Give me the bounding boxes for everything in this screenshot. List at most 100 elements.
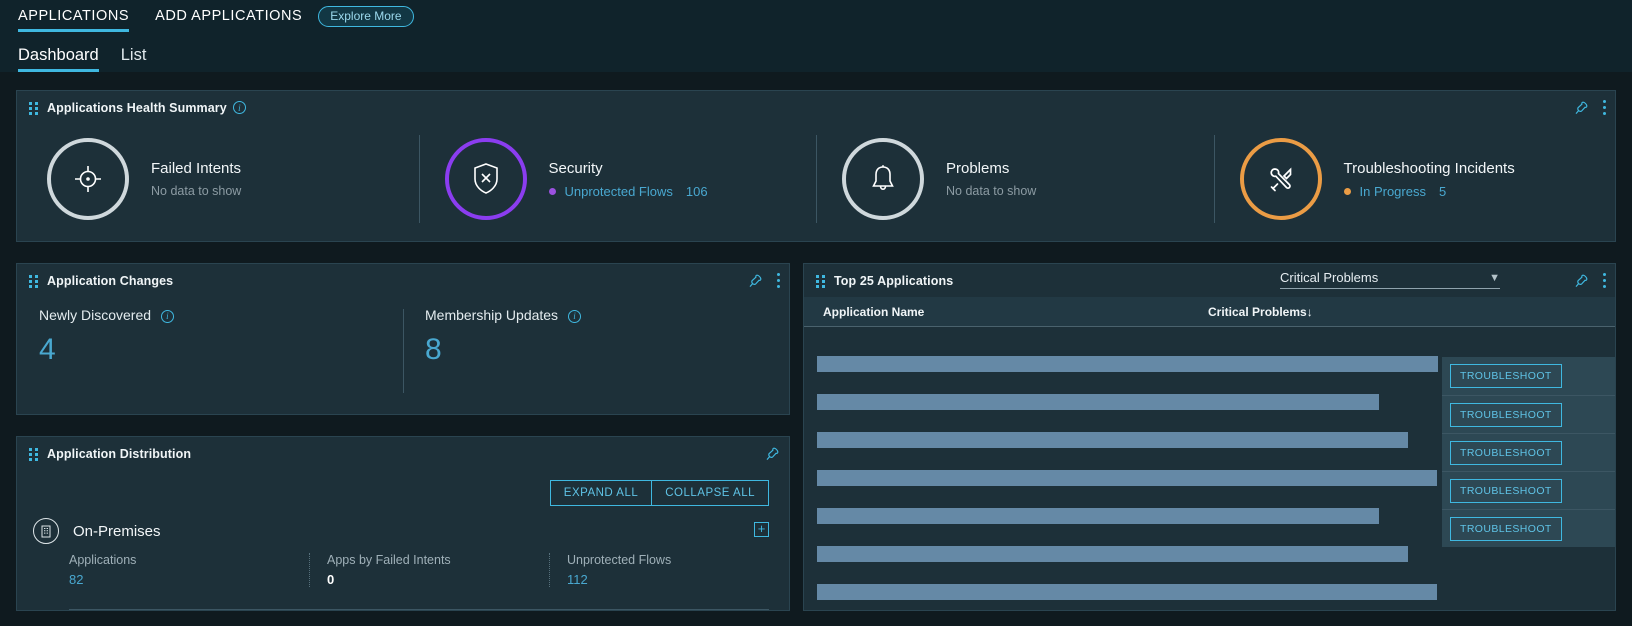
skeleton-bar xyxy=(817,432,1408,448)
group-metrics: Applications 82 Apps by Failed Intents 0… xyxy=(17,544,789,587)
explore-more-badge[interactable]: Explore More xyxy=(318,5,414,27)
table-body: TROUBLESHOOT TROUBLESHOOT TROUBLESHOOT TROU… xyxy=(804,327,1615,610)
skeleton-bar xyxy=(817,394,1379,410)
drag-handle-icon[interactable] xyxy=(29,101,38,115)
health-text: Security Unprotected Flows 106 xyxy=(548,159,708,199)
skeleton-bar xyxy=(817,546,1408,562)
more-options-icon[interactable] xyxy=(776,273,780,288)
health-stat[interactable]: In Progress 5 xyxy=(1343,183,1515,199)
top-navigation: APPLICATIONS ADD APPLICATIONS Explore Mo… xyxy=(0,0,1632,32)
info-icon[interactable]: i xyxy=(232,101,246,114)
health-title: Failed Intents xyxy=(151,160,242,177)
health-ring xyxy=(47,138,129,220)
tab-dashboard[interactable]: Dashboard xyxy=(18,46,99,72)
health-cell-problems[interactable]: Problems No data to show xyxy=(816,124,1214,234)
change-cell-membership-updates[interactable]: Membership Updates i 8 xyxy=(403,307,789,409)
info-icon[interactable]: i xyxy=(160,309,174,323)
shield-x-icon xyxy=(473,163,498,194)
more-options-icon[interactable] xyxy=(1602,273,1606,288)
panel-header-actions xyxy=(1573,264,1606,297)
health-title: Troubleshooting Incidents xyxy=(1343,159,1515,177)
drag-handle-icon[interactable] xyxy=(816,274,825,288)
status-dot xyxy=(1343,187,1351,195)
more-options-icon[interactable] xyxy=(1602,100,1606,115)
metric-unprotected-flows: Unprotected Flows 112 xyxy=(549,553,789,587)
troubleshoot-button[interactable]: TROUBLESHOOT xyxy=(1450,516,1562,541)
column-header-critical-problems[interactable]: Critical Problems↓ xyxy=(1208,305,1313,319)
troubleshoot-button[interactable]: TROUBLESHOOT xyxy=(1450,402,1562,427)
skeleton-bar xyxy=(817,584,1437,600)
troubleshoot-button[interactable]: TROUBLESHOOT xyxy=(1450,440,1562,465)
divider xyxy=(69,609,769,610)
stat-value: 106 xyxy=(685,183,708,199)
health-title: Problems xyxy=(946,160,1010,177)
stat-label: Unprotected Flows xyxy=(564,183,673,199)
metric-label: Applications xyxy=(69,553,137,567)
pin-icon[interactable] xyxy=(1573,100,1589,116)
sort-descending-icon: ↓ xyxy=(1306,304,1313,319)
expand-collapse-controls: EXPAND ALL COLLAPSE ALL xyxy=(17,470,789,506)
table-row xyxy=(804,573,1615,610)
topnav-item-add-applications[interactable]: ADD APPLICATIONS xyxy=(155,0,302,32)
change-label: Membership Updates xyxy=(425,307,559,323)
target-icon xyxy=(75,166,101,192)
distribution-group-on-premises[interactable]: On-Premises + xyxy=(17,506,789,544)
expand-all-button[interactable]: EXPAND ALL xyxy=(549,480,653,506)
health-cell-security[interactable]: Security Unprotected Flows 106 xyxy=(418,124,817,234)
panel-header-actions xyxy=(747,264,780,297)
troubleshoot-button[interactable]: TROUBLESHOOT xyxy=(1450,478,1562,503)
change-value: 8 xyxy=(425,333,442,366)
change-label-wrap: Newly Discovered i xyxy=(39,307,403,323)
health-ring xyxy=(842,138,924,220)
applications-health-summary-panel: Applications Health Summary i Failed Int… xyxy=(16,90,1616,242)
health-stat[interactable]: Unprotected Flows 106 xyxy=(548,183,708,199)
health-title: Security xyxy=(548,159,603,177)
metric-label: Apps by Failed Intents xyxy=(327,553,451,567)
sub-tabs: Dashboard List xyxy=(0,32,1632,72)
info-icon[interactable]: i xyxy=(567,309,581,323)
change-cell-newly-discovered[interactable]: Newly Discovered i 4 xyxy=(17,307,403,409)
panel-header: Top 25 Applications Critical Problems ▼ xyxy=(804,264,1615,297)
expand-group-icon[interactable]: + xyxy=(754,522,769,537)
panel-title: Top 25 Applications xyxy=(834,273,954,288)
metric-applications: Applications 82 xyxy=(69,553,309,587)
status-dot xyxy=(548,187,556,195)
chevron-down-icon: ▼ xyxy=(1489,271,1500,284)
panel-title: Applications Health Summary xyxy=(47,100,227,115)
panel-header-actions xyxy=(1573,91,1606,124)
troubleshoot-button[interactable]: TROUBLESHOOT xyxy=(1450,364,1562,388)
changes-body: Newly Discovered i 4 Membership Updates … xyxy=(17,297,789,409)
application-distribution-panel: Application Distribution EXPAND ALL COLL… xyxy=(16,436,790,611)
health-cell-troubleshooting-incidents[interactable]: Troubleshooting Incidents In Progress 5 xyxy=(1213,124,1612,234)
troubleshoot-column: TROUBLESHOOT TROUBLESHOOT TROUBLESHOOT TROU… xyxy=(1442,357,1615,547)
health-text: Problems No data to show xyxy=(946,160,1036,198)
column-header-application-name[interactable]: Application Name xyxy=(823,305,1208,319)
health-subtitle: No data to show xyxy=(151,184,242,198)
stat-value: 5 xyxy=(1438,183,1447,199)
topnav-item-applications[interactable]: APPLICATIONS xyxy=(18,0,130,32)
drag-handle-icon[interactable] xyxy=(29,447,38,461)
metric-value[interactable]: 112 xyxy=(567,572,789,587)
metric-filter-value: Critical Problems xyxy=(1280,270,1379,285)
column-header-label: Critical Problems xyxy=(1208,304,1307,319)
pin-icon[interactable] xyxy=(747,273,763,289)
collapse-all-button[interactable]: COLLAPSE ALL xyxy=(652,480,769,506)
metric-filter-select[interactable]: Critical Problems ▼ xyxy=(1280,270,1500,289)
metric-value[interactable]: 82 xyxy=(69,572,309,587)
skeleton-bar xyxy=(817,356,1438,372)
panel-title: Application Changes xyxy=(47,273,174,288)
panel-header-actions xyxy=(764,437,780,470)
health-cell-failed-intents[interactable]: Failed Intents No data to show xyxy=(21,124,419,234)
topnav-label: APPLICATIONS xyxy=(18,8,130,24)
troubleshoot-cell: TROUBLESHOOT xyxy=(1442,395,1615,433)
drag-handle-icon[interactable] xyxy=(29,274,38,288)
pin-icon[interactable] xyxy=(764,446,780,462)
pin-icon[interactable] xyxy=(1573,273,1589,289)
panel-title: Application Distribution xyxy=(47,446,192,461)
change-value: 4 xyxy=(39,333,56,366)
health-ring xyxy=(1239,138,1322,220)
skeleton-bar xyxy=(817,508,1379,524)
health-ring xyxy=(444,138,527,220)
top-25-applications-panel: Top 25 Applications Critical Problems ▼ … xyxy=(803,263,1616,611)
tab-list[interactable]: List xyxy=(121,46,147,72)
